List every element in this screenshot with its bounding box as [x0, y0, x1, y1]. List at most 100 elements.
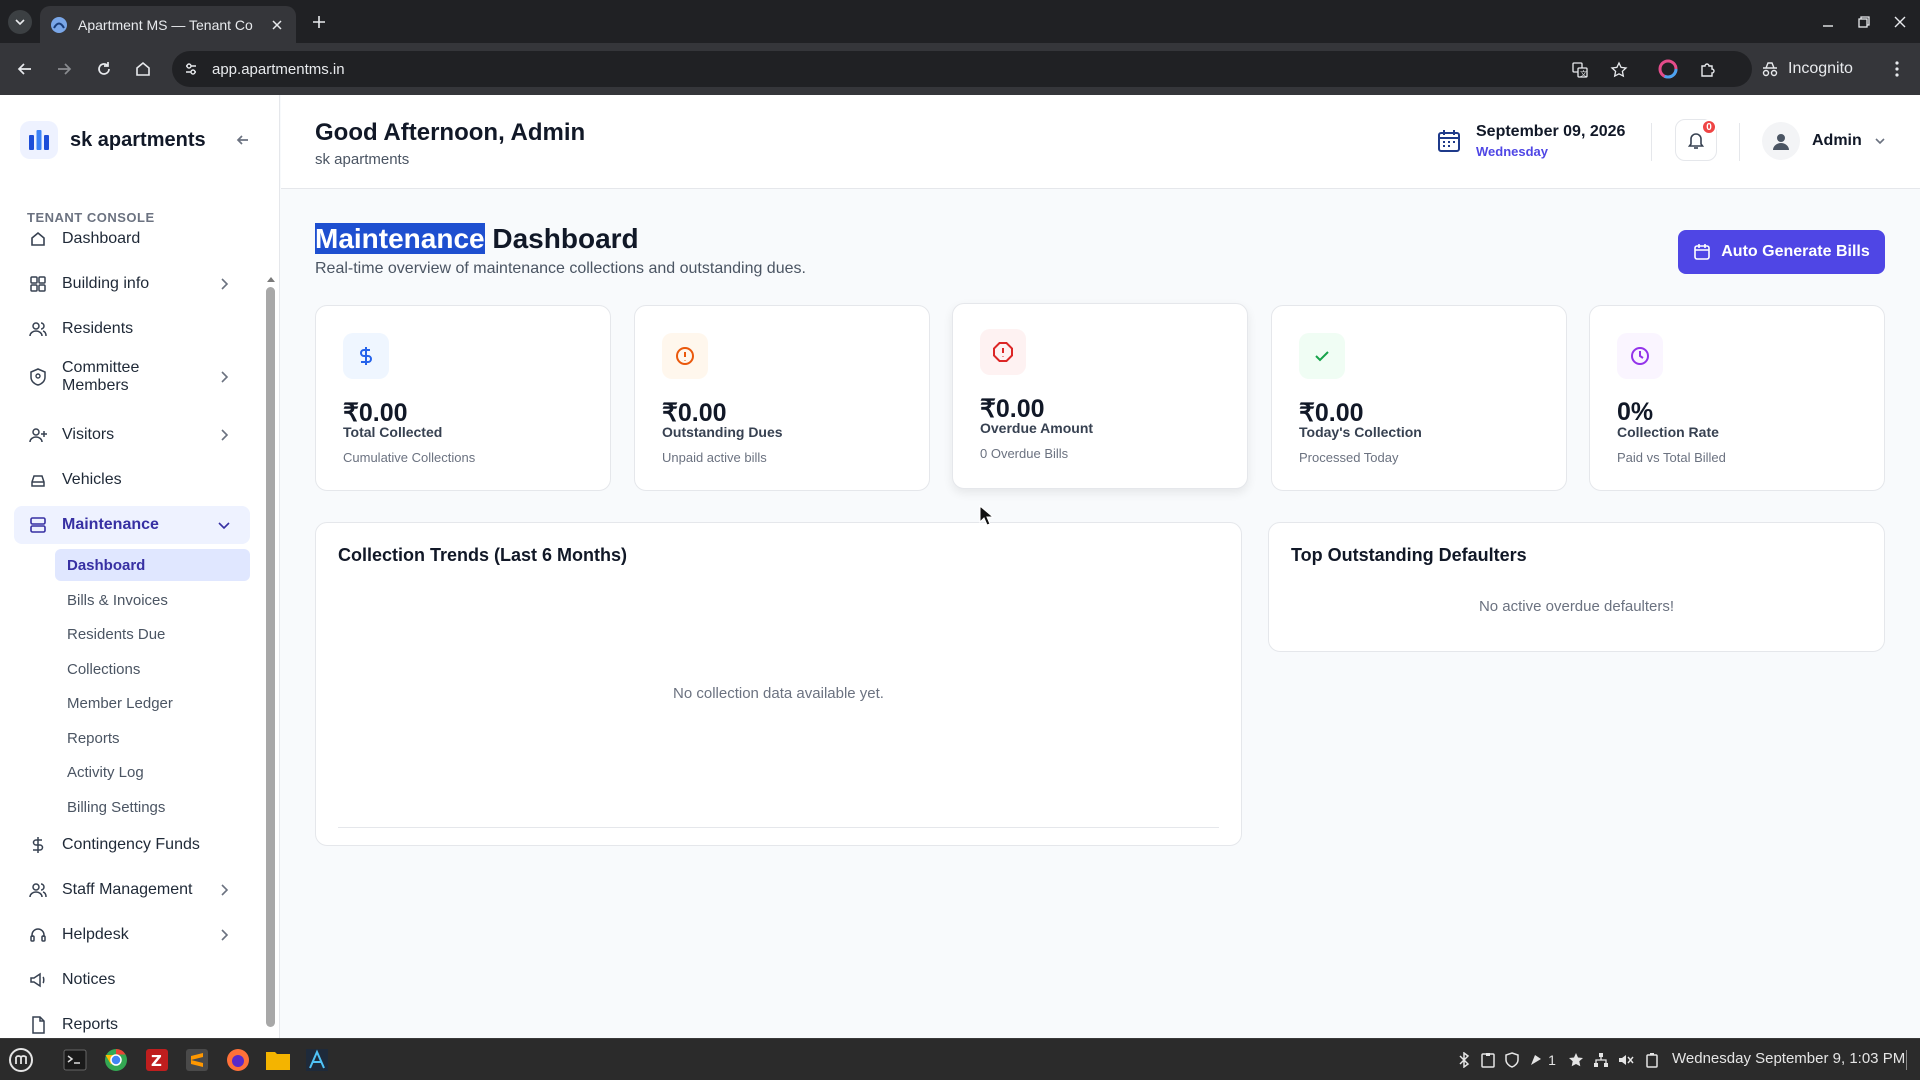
back-button[interactable] — [13, 57, 37, 81]
sidebar-item-visitors[interactable]: Visitors — [14, 416, 250, 454]
sublime-app-icon[interactable] — [182, 1045, 212, 1075]
bluetooth-icon[interactable] — [1455, 1051, 1473, 1069]
subnav-collections[interactable]: Collections — [55, 653, 250, 685]
subnav-member-ledger[interactable]: Member Ledger — [55, 687, 250, 719]
stat-label: Collection Rate — [1617, 424, 1719, 440]
sidebar-item-label: Contingency Funds — [62, 836, 200, 853]
browser-tab[interactable]: Apartment MS — Tenant Co — [40, 6, 296, 43]
chevron-right-icon — [221, 884, 229, 896]
top-header: Good Afternoon, Admin sk apartments Sept… — [281, 95, 1920, 189]
user-icon — [1773, 134, 1789, 150]
subnav-residents-due[interactable]: Residents Due — [55, 618, 250, 650]
restore-window-button[interactable] — [1854, 12, 1874, 32]
dollar-icon — [343, 333, 389, 379]
sidebar-item-building-info[interactable]: Building info — [14, 265, 250, 303]
stat-card-todays-collection[interactable]: ₹0.00 Today's Collection Processed Today — [1271, 305, 1567, 491]
workspace-icon[interactable] — [1527, 1051, 1545, 1069]
sidebar-scrollbar-thumb[interactable] — [266, 287, 275, 1027]
sidebar-item-label: Residents — [62, 320, 134, 337]
headset-icon — [28, 925, 48, 945]
svg-text:文: 文 — [1580, 69, 1587, 78]
collapse-sidebar-button[interactable] — [232, 129, 254, 151]
bookmark-star-icon[interactable] — [1609, 60, 1629, 80]
sidebar-item-staff-management[interactable]: Staff Management — [14, 871, 250, 909]
forward-button[interactable] — [52, 57, 76, 81]
incognito-icon — [1762, 62, 1778, 77]
browser-menu-button[interactable] — [1885, 57, 1909, 81]
user-menu[interactable]: Admin — [1762, 122, 1886, 160]
header-divider — [1739, 123, 1740, 161]
editor-app-icon[interactable] — [302, 1045, 332, 1075]
svg-text:Z: Z — [151, 1052, 162, 1070]
page-subtitle: Real-time overview of maintenance collec… — [315, 260, 806, 277]
show-desktop-button[interactable] — [1906, 1050, 1916, 1070]
subnav-maintenance-dashboard[interactable]: Dashboard — [55, 549, 250, 581]
start-menu-icon[interactable] — [6, 1045, 36, 1075]
subnav-billing-settings[interactable]: Billing Settings — [55, 791, 250, 823]
close-tab-icon[interactable] — [268, 16, 286, 34]
megaphone-icon — [28, 970, 48, 990]
sidebar-item-dashboard[interactable]: Dashboard — [14, 220, 250, 258]
sidebar-item-maintenance[interactable]: Maintenance — [14, 506, 250, 544]
page-title: Maintenance Dashboard — [315, 223, 639, 255]
close-window-button[interactable] — [1890, 12, 1910, 32]
browser-toolbar: app.apartmentms.in 文 Incognito — [0, 43, 1920, 95]
incognito-label: Incognito — [1788, 60, 1853, 77]
stat-card-overdue-amount[interactable]: ₹0.00 Overdue Amount 0 Overdue Bills — [952, 303, 1248, 489]
sidebar-item-vehicles[interactable]: Vehicles — [14, 461, 250, 499]
extension-color-icon[interactable] — [1656, 57, 1680, 81]
minimize-window-button[interactable] — [1818, 12, 1838, 32]
brand-name: sk apartments — [70, 128, 206, 151]
extensions-puzzle-icon[interactable] — [1696, 57, 1720, 81]
current-date: September 09, 2026 — [1476, 123, 1626, 140]
sidebar-item-residents[interactable]: Residents — [14, 310, 250, 348]
brand[interactable]: sk apartments — [20, 119, 206, 161]
taskbar-clock[interactable]: Wednesday September 9, 1:03 PM — [1672, 1050, 1905, 1067]
subnav-reports[interactable]: Reports — [55, 722, 250, 754]
subnav-bills-invoices[interactable]: Bills & Invoices — [55, 584, 250, 616]
shield-tray-icon[interactable] — [1503, 1051, 1521, 1069]
avatar — [1762, 122, 1800, 160]
files-app-icon[interactable] — [263, 1045, 293, 1075]
star-icon[interactable] — [1567, 1051, 1585, 1069]
collection-trends-panel: Collection Trends (Last 6 Months) No col… — [315, 522, 1242, 846]
volume-muted-icon[interactable] — [1617, 1051, 1635, 1069]
battery-icon[interactable] — [1643, 1051, 1661, 1069]
sidebar-item-helpdesk[interactable]: Helpdesk — [14, 916, 250, 954]
chart-baseline — [338, 827, 1219, 828]
stat-label: Outstanding Dues — [662, 424, 783, 440]
terminal-app-icon[interactable] — [60, 1045, 90, 1075]
server-icon — [28, 515, 48, 535]
sidebar-item-contingency-funds[interactable]: Contingency Funds — [14, 826, 250, 864]
incognito-indicator[interactable]: Incognito — [1760, 51, 1853, 87]
stat-sublabel: Processed Today — [1299, 450, 1399, 465]
chrome-app-icon[interactable] — [101, 1045, 131, 1075]
sidebar-item-notices[interactable]: Notices — [14, 961, 250, 999]
translate-icon[interactable]: 文 — [1570, 60, 1590, 80]
clipboard-icon[interactable] — [1479, 1051, 1497, 1069]
address-bar[interactable]: app.apartmentms.in 文 — [172, 51, 1752, 87]
more-vertical-icon — [1895, 61, 1899, 77]
new-tab-button[interactable] — [308, 11, 330, 33]
site-info-icon[interactable] — [182, 60, 200, 78]
network-icon[interactable] — [1592, 1051, 1610, 1069]
firefox-app-icon[interactable] — [223, 1045, 253, 1075]
top-defaulters-panel: Top Outstanding Defaulters No active ove… — [1268, 522, 1885, 652]
user-name: Admin — [1812, 132, 1862, 149]
mouse-cursor-icon — [979, 505, 994, 526]
stat-card-total-collected[interactable]: ₹0.00 Total Collected Cumulative Collect… — [315, 305, 611, 491]
stat-card-collection-rate[interactable]: 0% Collection Rate Paid vs Total Billed — [1589, 305, 1885, 491]
sidebar-item-committee-members[interactable]: Committee Members — [14, 355, 250, 399]
stat-label: Overdue Amount — [980, 420, 1094, 436]
collection-trends-empty: No collection data available yet. — [673, 685, 884, 702]
os-taskbar: Z 1 Wednesday September 9, 1:03 PM — [0, 1038, 1920, 1080]
reload-button[interactable] — [92, 57, 116, 81]
filezilla-app-icon[interactable]: Z — [142, 1045, 172, 1075]
auto-generate-bills-button[interactable]: Auto Generate Bills — [1678, 230, 1885, 274]
tab-search-button[interactable] — [8, 10, 32, 34]
greeting-title: Good Afternoon, Admin — [315, 119, 586, 146]
sidebar-item-label: Staff Management — [62, 881, 193, 898]
home-button[interactable] — [131, 57, 155, 81]
stat-card-outstanding-dues[interactable]: ₹0.00 Outstanding Dues Unpaid active bil… — [634, 305, 930, 491]
subnav-activity-log[interactable]: Activity Log — [55, 756, 250, 788]
